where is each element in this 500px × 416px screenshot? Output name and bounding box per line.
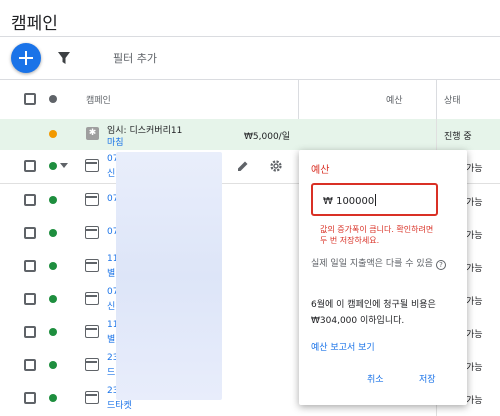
status-dot	[49, 262, 57, 270]
table-row-draft[interactable]: ✱ 임시: 디스커버리11 마침 ₩5,000/일 진행 중	[0, 119, 500, 150]
campaign-sub[interactable]: 별	[107, 332, 115, 345]
row-checkbox[interactable]	[24, 260, 36, 272]
campaign-status: 진행 중	[444, 132, 472, 142]
status-dot	[49, 328, 57, 336]
column-divider	[436, 80, 437, 119]
status-dot	[49, 162, 57, 170]
row-checkbox[interactable]	[24, 194, 36, 206]
budget-input[interactable]: ₩ 100000	[311, 183, 438, 216]
toolbar: 필터 추가	[0, 37, 500, 79]
column-status[interactable]: 상태	[444, 93, 461, 106]
gear-icon[interactable]	[269, 159, 283, 173]
campaign-status: 가능	[466, 231, 483, 241]
popup-title: 예산	[311, 165, 330, 176]
campaign-type-icon	[85, 226, 99, 239]
campaign-sub[interactable]: 별	[107, 266, 115, 279]
edit-icon[interactable]	[237, 160, 249, 172]
add-filter-button[interactable]: 필터 추가	[113, 50, 157, 66]
campaign-status: 가능	[466, 297, 483, 307]
budget-report-link[interactable]: 예산 보고서 보기	[311, 340, 375, 353]
table-header: 캠페인 예산 상태	[0, 80, 500, 119]
row-checkbox[interactable]	[24, 160, 36, 172]
campaign-sub-link[interactable]: 마침	[107, 135, 124, 148]
status-dot	[49, 394, 57, 402]
campaign-status: 가능	[466, 396, 483, 406]
campaign-type-icon	[85, 292, 99, 305]
help-icon[interactable]: ?	[435, 260, 446, 270]
column-campaign[interactable]: 캠페인	[86, 93, 111, 106]
campaigns-page: 캠페인 필터 추가 캠페인 예산 상태 ✱ 임시: 디스커버리11 마침 ₩5,…	[0, 0, 500, 416]
campaign-type-icon	[85, 259, 99, 272]
text-caret	[375, 194, 377, 206]
campaign-type-icon	[85, 391, 99, 404]
campaign-status: 가능	[466, 264, 483, 274]
status-dot	[49, 295, 57, 303]
discovery-campaign-icon: ✱	[86, 127, 99, 140]
row-checkbox[interactable]	[24, 359, 36, 371]
cancel-button[interactable]: 취소	[367, 372, 384, 385]
status-dot	[49, 196, 57, 204]
draft-status-dot	[49, 130, 57, 138]
row-checkbox[interactable]	[24, 392, 36, 404]
chevron-down-icon[interactable]	[60, 163, 68, 169]
add-campaign-button[interactable]	[11, 43, 41, 73]
column-divider	[298, 80, 299, 119]
row-checkbox[interactable]	[24, 293, 36, 305]
status-dot	[49, 361, 57, 369]
campaign-status: 가능	[466, 330, 483, 340]
spend-note: 실제 일일 지출액은 다를 수 있음?	[311, 256, 461, 272]
campaign-status: 가능	[466, 198, 483, 208]
redacted-region	[116, 152, 222, 400]
campaign-budget: ₩5,000/일	[244, 132, 290, 142]
column-divider	[436, 119, 437, 150]
campaign-type-icon	[85, 325, 99, 338]
error-message: 값의 증가폭이 큽니다. 확인하려면 두 번 저장하세요.	[320, 225, 434, 245]
save-button[interactable]: 저장	[419, 372, 436, 385]
row-checkbox[interactable]	[24, 326, 36, 338]
campaign-sub[interactable]: 드	[107, 365, 115, 378]
select-all-checkbox[interactable]	[24, 93, 36, 105]
spend-note-text: 실제 일일 지출액은 다를 수 있음	[311, 259, 433, 269]
row-checkbox[interactable]	[24, 227, 36, 239]
campaign-sub[interactable]: 신	[107, 166, 115, 179]
campaign-sub[interactable]: 신	[107, 299, 115, 312]
campaign-type-icon	[85, 193, 99, 206]
budget-edit-popup: 예산 ₩ 100000 값의 증가폭이 큽니다. 확인하려면 두 번 저장하세요…	[299, 150, 467, 405]
campaign-type-icon	[85, 358, 99, 371]
page-title: 캠페인	[11, 14, 58, 34]
campaign-type-icon	[85, 159, 99, 172]
column-budget[interactable]: 예산	[386, 93, 403, 106]
filter-icon[interactable]	[57, 51, 71, 65]
status-dot-header	[49, 95, 57, 103]
billing-summary: 6월에 이 캠페인에 청구될 비용은 ₩304,000 이하입니다.	[311, 300, 436, 326]
campaign-status: 가능	[466, 164, 483, 174]
currency-symbol: ₩	[323, 196, 333, 207]
campaign-status: 가능	[466, 363, 483, 373]
status-dot	[49, 229, 57, 237]
budget-value[interactable]: 100000	[336, 196, 374, 207]
